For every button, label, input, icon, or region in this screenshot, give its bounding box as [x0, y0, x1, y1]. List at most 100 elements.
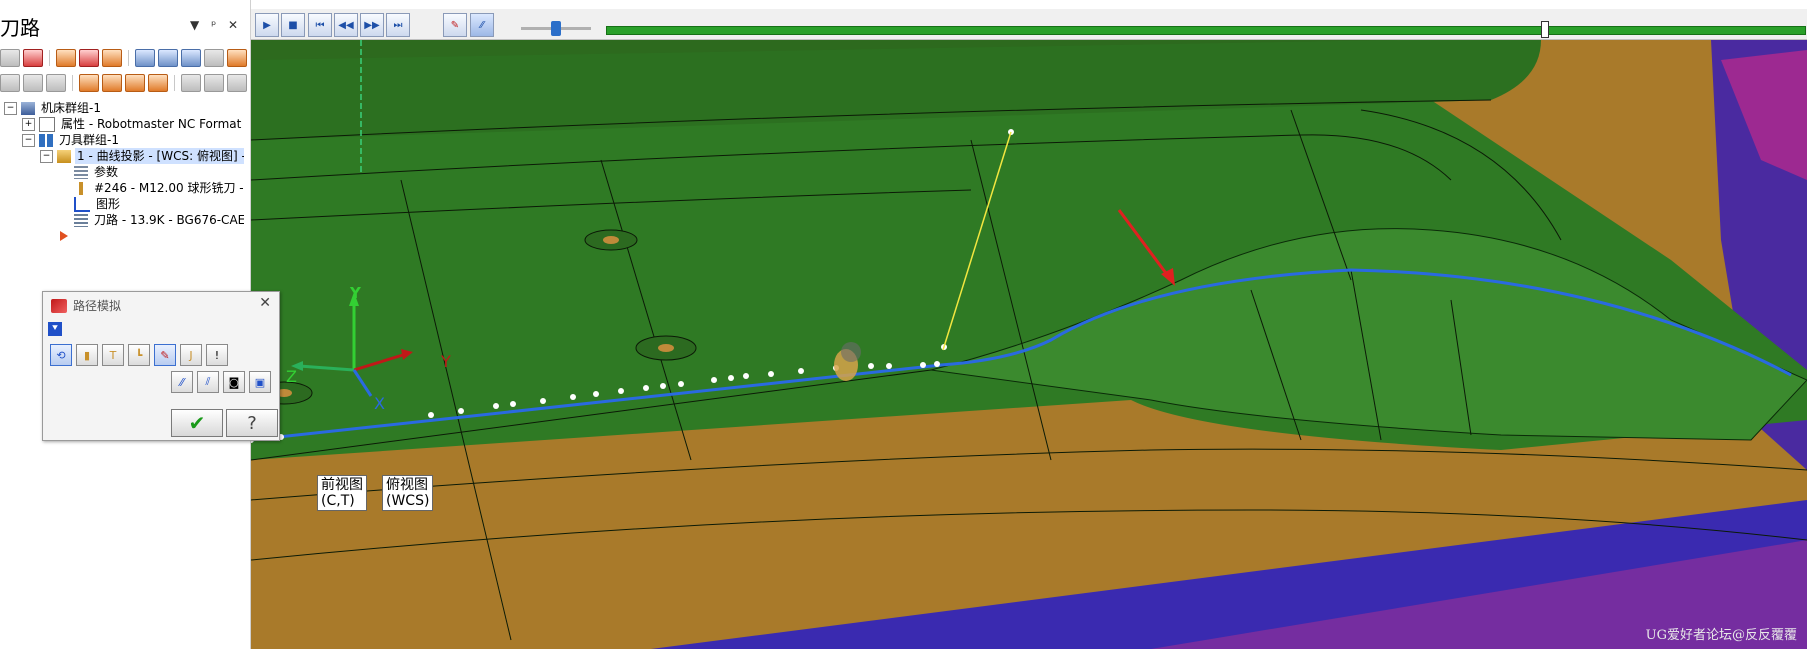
toggle-display-icon[interactable]: [181, 49, 201, 67]
tree-item-operation-1[interactable]: − 1 - 曲线投影 - [WCS: 俯视图] - [: [4, 148, 244, 164]
verify-icon[interactable]: [135, 49, 155, 67]
rotate-view-button[interactable]: ⟲: [50, 344, 72, 366]
toolpath-all-button[interactable]: ⫽: [197, 371, 219, 393]
collapse-icon[interactable]: [204, 74, 224, 92]
post-icon[interactable]: [227, 49, 247, 67]
tool-tip-button[interactable]: J: [180, 344, 202, 366]
tree-item-machine-group[interactable]: − 机床群组-1: [4, 100, 244, 116]
close-icon[interactable]: ✕: [228, 18, 238, 32]
axis-label-y-vertical: Y: [350, 284, 361, 302]
folder-icon: [57, 149, 71, 163]
axis-label-x: X: [374, 394, 385, 413]
holder-display-button[interactable]: T: [102, 344, 124, 366]
front-view-label: 前视图 (C,T): [317, 475, 367, 511]
tool-display-button[interactable]: ▮: [76, 344, 98, 366]
trash-icon[interactable]: [46, 74, 66, 92]
cad-scene[interactable]: [251, 40, 1807, 649]
save-button[interactable]: ▣: [249, 371, 271, 393]
screenshot-button[interactable]: ◙: [223, 371, 245, 393]
tree-item-parameters[interactable]: 参数: [4, 164, 244, 180]
app-logo-icon: [51, 298, 67, 313]
toolbar-separator: [128, 50, 129, 66]
toolpath-display-button[interactable]: ⁄⁄: [470, 13, 494, 37]
toolbar-separator: [49, 50, 50, 66]
skip-start-button[interactable]: ⏮: [308, 13, 332, 37]
insert-arrow-icon[interactable]: [125, 74, 145, 92]
pin-icon[interactable]: ᵖ: [211, 18, 216, 32]
help-button[interactable]: ?: [226, 409, 278, 437]
speed-slider-thumb[interactable]: [551, 21, 561, 36]
shank-icon: ┗: [135, 348, 143, 362]
tree-item-toolpath[interactable]: 刀路 - 13.9K - BG676-CAE-V0(: [4, 212, 244, 228]
expand-icon[interactable]: [181, 74, 201, 92]
progress-marker[interactable]: [1541, 21, 1549, 38]
insert-arrow-icon: [60, 231, 68, 241]
rotate-icon: ⟲: [56, 348, 66, 362]
simulate-icon[interactable]: [158, 49, 178, 67]
toolpath-lines-button[interactable]: ⁄⁄: [171, 371, 193, 393]
tool-icon: ▮: [83, 348, 91, 362]
step-forward-button[interactable]: ▶▶: [360, 13, 384, 37]
operations-tree: − 机床群组-1 + 属性 - Robotmaster NC Format − …: [4, 100, 244, 244]
deselect-icon[interactable]: [23, 49, 43, 67]
trace-button[interactable]: ✎: [443, 13, 467, 37]
move-down-icon[interactable]: [79, 74, 99, 92]
wave-icon[interactable]: [23, 74, 43, 92]
toolbar-row-1: [0, 48, 247, 68]
save-icon: ▣: [254, 375, 266, 389]
graphics-viewport[interactable]: ▶ ■ ⏮ ◀◀ ▶▶ ⏭ ✎ ⁄⁄ Y Y Z X 前视图 (C,T) 俯视图…: [251, 0, 1807, 649]
close-icon[interactable]: ✕: [259, 295, 271, 311]
all-lines-icon: ⫽: [205, 375, 211, 388]
lines-icon: ⁄⁄: [180, 375, 184, 389]
step-back-button[interactable]: ◀◀: [334, 13, 358, 37]
lock-icon[interactable]: [0, 74, 20, 92]
tool-shank-button[interactable]: ┗: [128, 344, 150, 366]
trace-path-button[interactable]: ✎: [154, 344, 176, 366]
move-up-icon[interactable]: [102, 74, 122, 92]
machine-icon: [21, 101, 35, 115]
tree-item-label: 刀路 - 13.9K - BG676-CAE-V0(: [94, 213, 244, 227]
dialog-toolbar-row-1: ⟲ ▮ T ┗ ✎ J !: [50, 344, 228, 366]
tree-item-tool[interactable]: #246 - M12.00 球形铣刀 - 1: [4, 180, 244, 196]
tree-expander[interactable]: −: [40, 149, 53, 163]
panel-dropdown-icon[interactable]: ▼: [190, 18, 199, 32]
regenerate-dirty-icon[interactable]: [79, 49, 99, 67]
dialog-titlebar: 路径模拟: [51, 297, 121, 314]
ok-button[interactable]: ✔: [171, 409, 223, 437]
camera-icon: ◙: [228, 375, 240, 389]
tree-item-properties[interactable]: + 属性 - Robotmaster NC Format: [4, 116, 244, 132]
backplot-icon[interactable]: [102, 49, 122, 67]
collapse-icon[interactable]: ⯆: [48, 322, 62, 336]
tree-insert-arrow[interactable]: [4, 228, 244, 244]
tree-item-tool-group[interactable]: − 刀具群组-1: [4, 132, 244, 148]
scroll-icon[interactable]: [148, 74, 168, 92]
holder-icon: T: [109, 348, 117, 362]
trace-icon: ✎: [160, 348, 170, 362]
tree-item-geometry[interactable]: 图形: [4, 196, 244, 212]
tree-expander[interactable]: +: [22, 117, 35, 131]
tool-info-button[interactable]: !: [206, 344, 228, 366]
skip-end-button[interactable]: ⏭: [386, 13, 410, 37]
options-icon[interactable]: [227, 74, 247, 92]
path-simulation-dialog: 路径模拟 ✕ ⯆ ⟲ ▮ T ┗ ✎ J ! ⁄⁄ ⫽ ◙ ▣ ✔ ?: [42, 291, 280, 441]
tree-item-label: #246 - M12.00 球形铣刀 - 1: [94, 181, 244, 195]
g1-icon[interactable]: [204, 49, 224, 67]
properties-icon: [39, 116, 55, 132]
group-icon: [39, 133, 53, 147]
tool-icon: [74, 181, 88, 195]
tree-expander[interactable]: −: [22, 133, 35, 147]
toolbar-separator: [72, 75, 73, 91]
watermark: UG爱好者论坛@反反覆覆: [1645, 628, 1797, 643]
geometry-icon: [74, 196, 90, 212]
info-icon: !: [214, 348, 220, 362]
panel-controls: ▼ ᵖ ✕: [190, 18, 246, 32]
tool-holder: [841, 342, 861, 362]
tree-item-label: 属性 - Robotmaster NC Format: [61, 117, 242, 131]
regenerate-icon[interactable]: [56, 49, 76, 67]
stop-button[interactable]: ■: [281, 13, 305, 37]
tree-item-label: 参数: [94, 165, 119, 179]
tree-expander[interactable]: −: [4, 101, 17, 115]
play-button[interactable]: ▶: [255, 13, 279, 37]
select-all-icon[interactable]: [0, 49, 20, 67]
simulation-progress-bar[interactable]: [606, 26, 1806, 35]
